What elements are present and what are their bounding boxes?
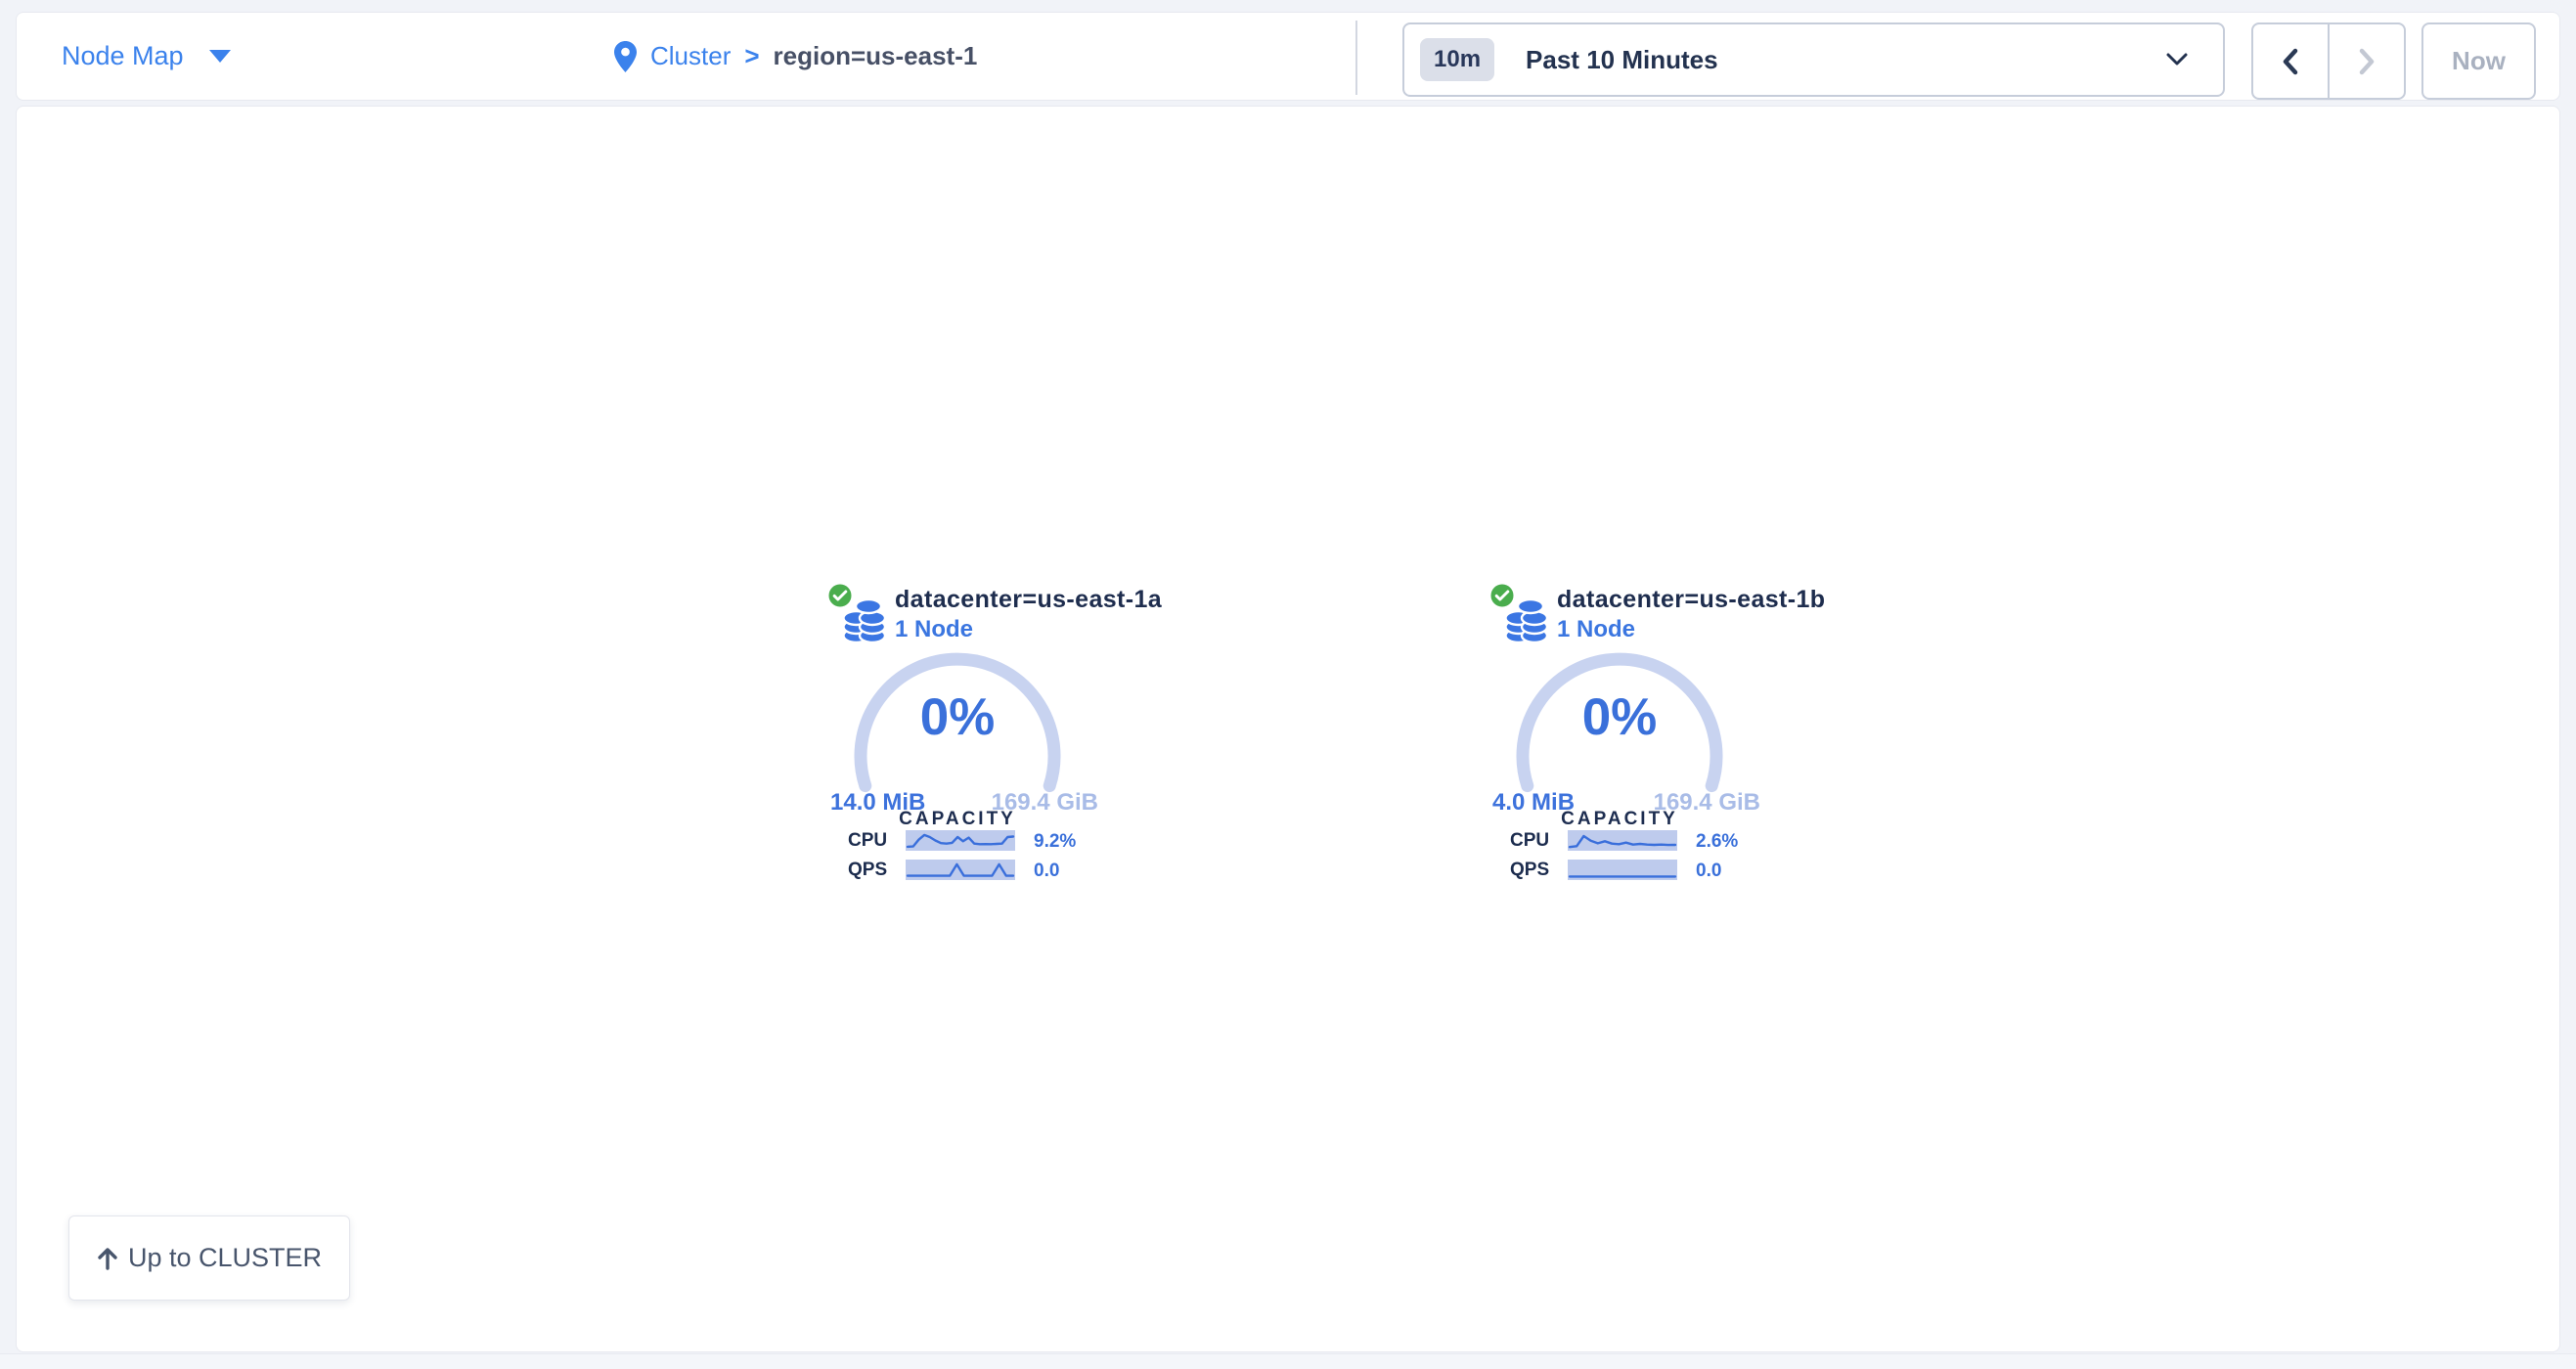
breadcrumb-current: region=us-east-1 [774,41,978,71]
location-pin-icon [614,41,637,72]
locality-title: datacenter=us-east-1b [1557,586,1825,614]
locality-node-count: 1 Node [895,615,1162,643]
cpu-sparkline [906,830,1015,851]
time-nav-group [2251,22,2406,100]
qps-label: QPS [1510,860,1549,881]
locality-node-count: 1 Node [1557,615,1825,643]
prev-time-button[interactable] [2253,24,2328,98]
cpu-sparkline [1568,830,1677,851]
breadcrumb-cluster-link[interactable]: Cluster [650,41,731,71]
chevron-left-icon [2281,48,2300,75]
view-selector-dropdown[interactable]: Node Map [62,13,231,100]
qps-row: QPS 0.0 [826,860,1094,881]
up-to-cluster-label: Up to CLUSTER [128,1243,322,1273]
locality-card-us-east-1b[interactable]: datacenter=us-east-1b 1 Node 0% CAPACITY… [1488,582,1756,891]
locality-header: datacenter=us-east-1b 1 Node [1557,586,1825,643]
node-map-canvas: datacenter=us-east-1a 1 Node 0% CAPACITY… [16,106,2560,1352]
capacity-stats: 4.0 MiB 169.4 GiB [1492,789,1760,817]
healthy-check-icon [826,582,854,609]
capacity-stats: 14.0 MiB 169.4 GiB [830,789,1098,817]
next-time-button[interactable] [2328,24,2404,98]
qps-value: 0.0 [1034,861,1059,882]
topbar-divider [1355,21,1357,95]
cpu-label: CPU [848,830,887,852]
capacity-used: 14.0 MiB [830,789,925,817]
chevron-right-icon [2357,48,2376,75]
breadcrumb-separator: > [744,41,759,71]
qps-row: QPS 0.0 [1488,860,1756,881]
locality-title: datacenter=us-east-1a [895,586,1162,614]
qps-sparkline [906,860,1015,880]
locality-card-us-east-1a[interactable]: datacenter=us-east-1a 1 Node 0% CAPACITY… [826,582,1094,891]
qps-sparkline [1568,860,1677,880]
cpu-row: CPU 9.2% [826,830,1094,852]
capacity-percent: 0% [1512,687,1727,747]
cpu-label: CPU [1510,830,1549,852]
cpu-value: 9.2% [1034,831,1076,853]
capacity-total: 169.4 GiB [1654,789,1760,817]
chevron-down-icon [2166,53,2188,66]
healthy-check-icon [1488,582,1516,609]
top-bar: Node Map Cluster > region=us-east-1 10m … [16,12,2560,101]
time-window-badge: 10m [1420,38,1494,81]
breadcrumb: Cluster > region=us-east-1 [614,13,977,100]
time-window-dropdown[interactable]: 10m Past 10 Minutes [1402,22,2225,97]
locality-header: datacenter=us-east-1a 1 Node [895,586,1162,643]
qps-label: QPS [848,860,887,881]
up-to-cluster-button[interactable]: Up to CLUSTER [68,1215,350,1301]
qps-value: 0.0 [1696,861,1721,882]
capacity-total: 169.4 GiB [992,789,1098,817]
capacity-percent: 0% [850,687,1065,747]
caret-down-icon [209,50,231,63]
footer-strip [0,1353,2576,1369]
cpu-value: 2.6% [1696,831,1738,853]
capacity-used: 4.0 MiB [1492,789,1575,817]
now-button[interactable]: Now [2421,22,2536,100]
cpu-row: CPU 2.6% [1488,830,1756,852]
view-selector-label: Node Map [62,41,184,71]
time-window-label: Past 10 Minutes [1526,45,2166,75]
up-arrow-icon [97,1247,118,1270]
